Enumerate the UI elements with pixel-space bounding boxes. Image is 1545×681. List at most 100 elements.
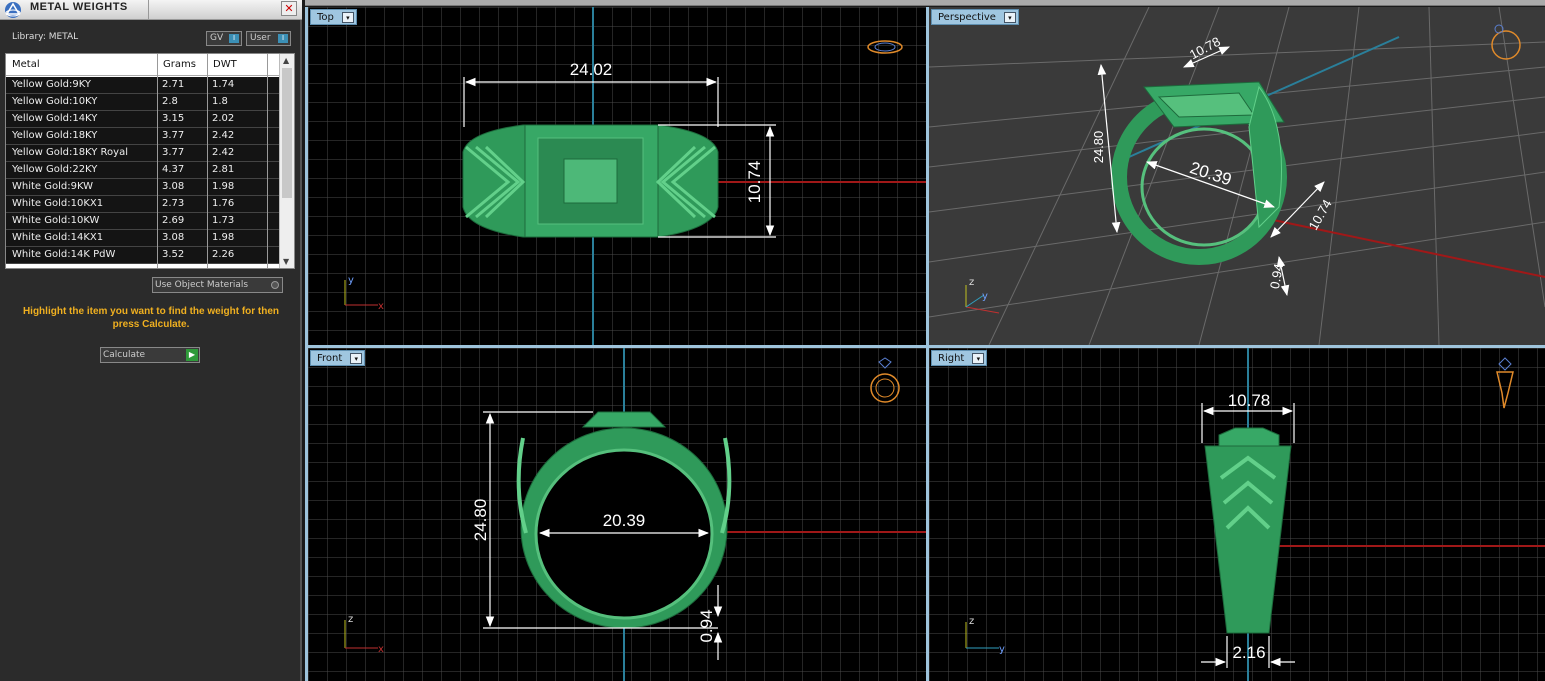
dim-top: 10.78 — [1228, 391, 1271, 410]
cell-dwt: 1.98 — [212, 232, 235, 243]
axis-label-b: y — [999, 644, 1005, 655]
viewport-label-right[interactable]: Right ▾ — [931, 350, 988, 366]
calculate-label: Calculate — [103, 350, 146, 360]
cell-grams: 3.08 — [162, 181, 185, 192]
play-icon: ▶ — [186, 349, 198, 361]
cell-grams: 2.69 — [162, 215, 185, 226]
cell-dwt: 1.74 — [212, 79, 235, 90]
gv-label: GV — [210, 33, 224, 43]
table-row[interactable]: White Gold:14K PdW 3.52 2.26 — [6, 247, 281, 264]
table-body: Yellow Gold:9KY 2.71 1.74 Yellow Gold:10KY 2… — [6, 77, 281, 264]
header-divider — [148, 0, 149, 20]
table-row[interactable]: Yellow Gold:22KY 4.37 2.81 — [6, 162, 281, 179]
table-row[interactable]: White Gold:10KW 2.69 1.73 — [6, 213, 281, 230]
column-divider — [157, 54, 158, 268]
column-dwt[interactable]: DWT — [213, 59, 237, 70]
table-row[interactable]: Yellow Gold:18KY Royal 3.77 2.42 — [6, 145, 281, 162]
cell-dwt: 2.26 — [212, 249, 235, 260]
axis-label-a: z — [969, 616, 974, 627]
cell-metal: White Gold:10KW — [12, 215, 100, 226]
cell-dwt: 2.42 — [212, 147, 235, 158]
viewport-right[interactable]: 10.78 2.16 z y Right ▾ — [929, 348, 1545, 681]
viewport-top[interactable]: 24.02 10.74 y x Top ▾ — [308, 7, 926, 345]
chevron-down-icon[interactable]: ▾ — [341, 12, 354, 23]
cell-grams: 2.73 — [162, 198, 185, 209]
table-row[interactable]: Yellow Gold:9KY 2.71 1.74 — [6, 77, 281, 94]
perspective-view-drawing: 10.78 24.80 20.39 10.74 0.94 z y — [929, 7, 1545, 345]
chevron-down-icon[interactable]: ▾ — [972, 353, 985, 364]
cell-dwt: 1.8 — [212, 96, 228, 107]
viewport-label-top[interactable]: Top ▾ — [310, 9, 357, 25]
viewport-name: Perspective — [938, 12, 996, 23]
table-row[interactable]: White Gold:14KX1 3.08 1.98 — [6, 230, 281, 247]
panel-header: METAL WEIGHTS ✕ — [0, 0, 302, 20]
viewport-perspective[interactable]: 10.78 24.80 20.39 10.74 0.94 z y Perspec… — [929, 7, 1545, 345]
cell-grams: 3.15 — [162, 113, 185, 124]
chevron-down-icon[interactable]: ▾ — [350, 353, 363, 364]
scroll-up-icon[interactable]: ▲ — [283, 56, 289, 65]
cell-grams: 3.08 — [162, 232, 185, 243]
chevron-down-icon[interactable]: ▾ — [1003, 12, 1016, 23]
column-metal[interactable]: Metal — [12, 59, 40, 70]
top-view-drawing: 24.02 10.74 y x — [308, 7, 926, 345]
cell-dwt: 2.02 — [212, 113, 235, 124]
cell-metal: Yellow Gold:9KY — [12, 79, 91, 90]
cell-dwt: 1.73 — [212, 215, 235, 226]
user-toggle[interactable]: User I — [246, 31, 291, 46]
dim-height: 24.80 — [471, 499, 490, 542]
instruction-text: Highlight the item you want to find the … — [22, 306, 280, 330]
column-grams[interactable]: Grams — [163, 59, 196, 70]
calculate-button[interactable]: Calculate ▶ — [100, 347, 200, 363]
table-row[interactable]: Yellow Gold:10KY 2.8 1.8 — [6, 94, 281, 111]
library-label: Library: METAL — [12, 32, 79, 42]
scroll-thumb[interactable] — [282, 68, 292, 198]
cell-metal: White Gold:9KW — [12, 181, 94, 192]
table-row[interactable]: Yellow Gold:18KY 3.77 2.42 — [6, 128, 281, 145]
user-toggle-icon: I — [278, 34, 288, 43]
app-logo-icon — [5, 2, 21, 18]
right-view-drawing: 10.78 2.16 z y — [929, 348, 1545, 681]
cell-metal: White Gold:14K PdW — [12, 249, 116, 260]
cell-metal: Yellow Gold:22KY — [12, 164, 98, 175]
table-scrollbar[interactable]: ▲ ▼ — [279, 54, 294, 268]
metal-weights-panel: METAL WEIGHTS ✕ Library: METAL GV I User… — [0, 0, 302, 681]
dim-bottom: 2.16 — [1232, 643, 1265, 662]
ring-top-model — [462, 124, 719, 238]
view-tabs-strip[interactable] — [305, 0, 1545, 6]
viewport-splitter-vertical[interactable] — [926, 7, 929, 681]
viewport-front[interactable]: 24.80 20.39 0.94 z x Front ▾ — [308, 348, 926, 681]
dim-height: 10.74 — [745, 161, 764, 204]
table-row[interactable]: White Gold:9KW 3.08 1.98 — [6, 179, 281, 196]
use-object-materials-toggle[interactable]: Use Object Materials — [152, 277, 283, 293]
axis-label-a: z — [348, 614, 353, 625]
cell-metal: White Gold:14KX1 — [12, 232, 104, 243]
cell-dwt: 1.76 — [212, 198, 235, 209]
dim-thick: 0.94 — [1267, 262, 1286, 290]
dim-width: 24.02 — [570, 60, 613, 79]
cell-grams: 3.77 — [162, 147, 185, 158]
axis-label-b: x — [378, 644, 384, 655]
viewport-label-front[interactable]: Front ▾ — [310, 350, 366, 366]
viewport-name: Right — [938, 353, 965, 364]
table-row[interactable]: White Gold:10KX1 2.73 1.76 — [6, 196, 281, 213]
cell-dwt: 2.81 — [212, 164, 235, 175]
cell-grams: 2.71 — [162, 79, 185, 90]
dim-inner: 20.39 — [603, 511, 646, 530]
viewport-label-perspective[interactable]: Perspective ▾ — [931, 9, 1019, 25]
scroll-down-icon[interactable]: ▼ — [283, 257, 289, 266]
cell-metal: Yellow Gold:10KY — [12, 96, 98, 107]
axis-label-a: z — [969, 277, 974, 288]
radio-icon — [271, 281, 279, 289]
viewport-splitter-horizontal[interactable] — [305, 345, 1545, 348]
cell-grams: 4.37 — [162, 164, 185, 175]
use-object-materials-label: Use Object Materials — [155, 280, 249, 290]
table-row[interactable]: Yellow Gold:14KY 3.15 2.02 — [6, 111, 281, 128]
cell-grams: 2.8 — [162, 96, 178, 107]
cell-grams: 3.52 — [162, 249, 185, 260]
panel-title: METAL WEIGHTS — [30, 1, 128, 13]
cell-metal: White Gold:10KX1 — [12, 198, 104, 209]
close-button[interactable]: ✕ — [281, 1, 297, 16]
dim-side: 10.74 — [1305, 197, 1334, 233]
viewport-name: Top — [317, 12, 334, 23]
gv-toggle[interactable]: GV I — [206, 31, 242, 46]
